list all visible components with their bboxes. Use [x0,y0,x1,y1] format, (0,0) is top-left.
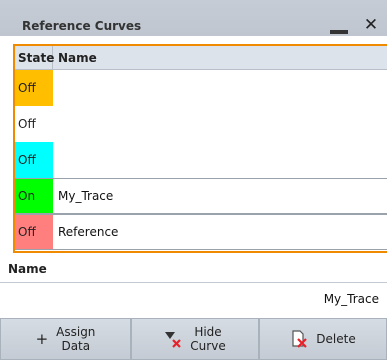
hide-curve-label: Hide Curve [190,325,226,353]
table-row[interactable]: On My_Trace [15,178,387,214]
state-cell[interactable]: Off [15,215,53,249]
column-header-name[interactable]: Name [53,46,97,70]
name-field[interactable]: My_Trace [0,283,387,315]
name-cell: My_Trace [58,189,114,203]
table-row[interactable]: Off Reference [15,214,387,250]
state-cell[interactable]: Off [15,142,53,178]
button-bar: + Assign Data Hide Curve Delete [0,318,387,360]
name-cell [53,70,58,106]
close-icon[interactable]: ✕ [362,16,380,34]
table-row[interactable]: Off [15,142,387,178]
delete-icon [290,330,308,348]
minimize-icon[interactable] [329,22,351,36]
assign-data-button[interactable]: + Assign Data [0,318,131,360]
delete-label: Delete [316,332,356,346]
name-cell [53,106,58,142]
hide-curve-button[interactable]: Hide Curve [131,318,259,360]
reference-curves-table: State Name Off Off Off On My_Trace Off R… [13,44,387,253]
plus-icon: + [35,330,49,348]
state-cell[interactable]: Off [15,70,53,106]
state-cell[interactable]: On [15,179,53,213]
title-bar: Reference Curves ✕ [0,0,387,36]
name-cell [53,142,58,178]
name-label: Name [8,262,47,276]
delete-button[interactable]: Delete [259,318,387,360]
state-cell[interactable]: Off [15,106,53,142]
name-cell: Reference [58,225,119,239]
table-row[interactable]: Off [15,106,387,142]
table-header: State Name [15,46,387,70]
reference-curves-dialog: Reference Curves ✕ State Name Off Off Of… [0,0,387,360]
hide-curve-icon [164,330,182,348]
column-header-state[interactable]: State [15,46,54,70]
dialog-title: Reference Curves [22,19,142,33]
assign-data-label: Assign Data [56,325,96,353]
table-row[interactable]: Off [15,70,387,106]
